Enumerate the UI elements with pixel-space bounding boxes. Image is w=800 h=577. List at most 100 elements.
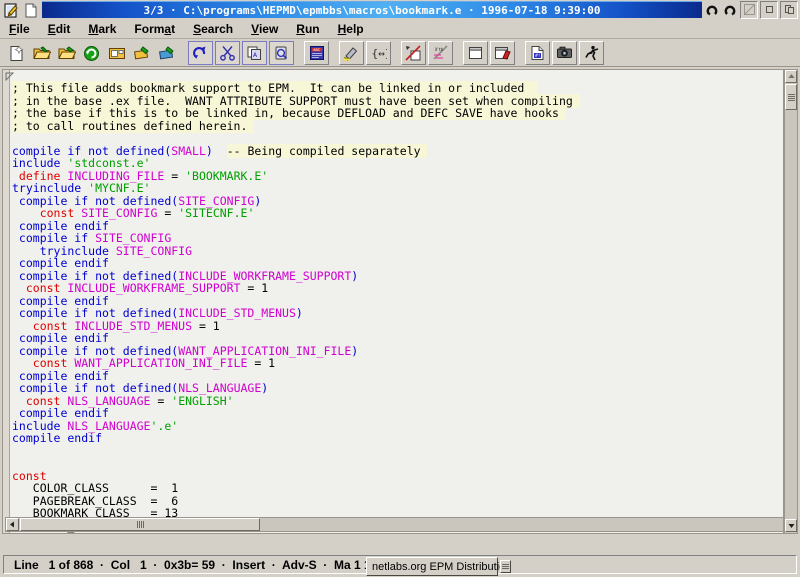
code-span: ) (351, 269, 358, 283)
code-line[interactable]: ; This file adds bookmark support to EPM… (12, 82, 783, 95)
code-span: ) (351, 344, 358, 358)
highlight-icon[interactable] (339, 41, 364, 65)
status-text: Line 1 of 868 · Col 1 · 0x3b= 59 · Inser… (4, 558, 401, 572)
menu-run[interactable]: Run (287, 20, 328, 38)
toolbar-group-file (4, 41, 179, 65)
code-span: ; to call routines defined herein. (12, 119, 254, 133)
code-span: = (164, 169, 185, 183)
run-icon[interactable] (579, 41, 604, 65)
toolbar-group-view: {↔} (338, 41, 392, 65)
code-line[interactable] (12, 457, 783, 470)
save-all-icon[interactable] (155, 42, 178, 64)
menu-file[interactable]: File (0, 20, 39, 38)
toolbar-group-edit: A (187, 41, 295, 65)
source-code-text[interactable]: ; This file adds bookmark support to EPM… (12, 82, 783, 534)
code-line[interactable]: ; the base if this is to be linked in, b… (12, 107, 783, 120)
minimize-icon[interactable] (740, 1, 758, 19)
menu-format[interactable]: Format (125, 20, 184, 38)
taskbar-resize-grip[interactable] (500, 560, 511, 573)
vscroll-up-arrow-icon[interactable] (785, 70, 797, 83)
save-icon[interactable] (105, 42, 128, 64)
editor-client-area[interactable]: ; This file adds bookmark support to EPM… (2, 69, 784, 534)
document-icon[interactable] (22, 2, 40, 19)
save-as-icon[interactable] (130, 42, 153, 64)
vertical-scrollbar[interactable] (784, 69, 798, 534)
copy-icon[interactable]: A (242, 41, 267, 65)
vscroll-trough[interactable] (785, 70, 797, 533)
code-line[interactable]: const SITE_CONFIG = 'SITECNF.E' (12, 207, 783, 220)
pin-window-icon[interactable] (490, 41, 515, 65)
taskbar-button-label: netlabs.org EPM Distribution (367, 561, 511, 573)
code-span: ; This file adds bookmark support to EPM… (12, 81, 538, 95)
toolbar-group-spell: ABC (303, 41, 330, 65)
if-then-icon[interactable]: if th (428, 41, 453, 65)
toolbar-group-tools: if th (400, 41, 454, 65)
vscroll-down-arrow-icon[interactable] (785, 519, 797, 532)
window-title: 3/3 · C:\programs\HEPMD\epmbbs\macros\bo… (42, 1, 702, 18)
hscroll-left-arrow-icon[interactable] (6, 518, 19, 531)
vscroll-thumb[interactable] (785, 84, 797, 110)
svg-text:{↔}: {↔} (372, 47, 388, 60)
editor-gutter (3, 70, 10, 533)
code-span: -- Being compiled separately (227, 144, 428, 158)
menu-search[interactable]: Search (184, 20, 242, 38)
code-line[interactable] (12, 445, 783, 458)
code-line[interactable]: tryinclude SITE_CONFIG (12, 245, 783, 258)
code-span: SITE_CONFIG (116, 244, 192, 258)
code-span: ; the base if this is to be linked in, b… (12, 106, 566, 120)
undo-icon[interactable] (188, 41, 213, 65)
menu-edit[interactable]: Edit (39, 20, 80, 38)
editor-frame: ; This file adds bookmark support to EPM… (0, 67, 800, 552)
window-controls (702, 1, 798, 18)
draw-line-icon[interactable] (401, 41, 426, 65)
refresh-icon[interactable] (80, 42, 103, 64)
toolbar-group-run: #! (524, 41, 605, 65)
code-line[interactable]: FONT_CLASS = 16 (12, 532, 783, 534)
toolbar-group-window (462, 41, 516, 65)
menu-view[interactable]: View (242, 20, 287, 38)
code-line[interactable]: const INCLUDE_WORKFRAME_SUPPORT = 1 (12, 282, 783, 295)
svg-text:ABC: ABC (313, 48, 321, 52)
code-span: ) (261, 381, 268, 395)
compile-icon[interactable]: #! (525, 41, 550, 65)
epm-editor-window: 3/3 · C:\programs\HEPMD\epmbbs\macros\bo… (0, 0, 800, 577)
code-span: SMALL (171, 144, 206, 158)
code-span: = 1 (192, 319, 220, 333)
camera-icon[interactable] (552, 41, 577, 65)
hscroll-thumb[interactable] (20, 518, 260, 531)
spellcheck-icon[interactable]: ABC (304, 41, 329, 65)
restore-icon[interactable] (780, 1, 798, 19)
code-line[interactable]: compile endif (12, 432, 783, 445)
menu-help[interactable]: Help (329, 20, 373, 38)
open-folder-icon[interactable] (30, 42, 53, 64)
svg-text:#!: #! (535, 53, 541, 59)
code-span: '.e' (150, 419, 178, 433)
rotate-forward-icon[interactable] (722, 2, 738, 18)
app-menu-icon[interactable] (2, 2, 20, 19)
maximize-icon[interactable] (760, 1, 778, 19)
code-span: = (150, 394, 171, 408)
code-span: 'SITECNF.E' (178, 206, 254, 220)
taskbar-button-netlabs[interactable]: netlabs.org EPM Distribution (366, 557, 498, 576)
code-line[interactable]: ; to call routines defined herein. (12, 120, 783, 133)
cut-icon[interactable] (215, 41, 240, 65)
code-span: = 1 (240, 281, 268, 295)
rotate-back-icon[interactable] (704, 2, 720, 18)
code-line[interactable]: include NLS_LANGUAGE'.e' (12, 420, 783, 433)
menu-bar: File Edit Mark Format Search View Run He… (0, 19, 800, 39)
paste-icon[interactable] (269, 41, 294, 65)
expand-icon[interactable]: {↔} (366, 41, 391, 65)
menu-mark[interactable]: Mark (79, 20, 125, 38)
code-line[interactable]: const NLS_LANGUAGE = 'ENGLISH' (12, 395, 783, 408)
code-span: ) (206, 144, 213, 158)
code-line[interactable]: const WANT_APPLICATION_INI_FILE = 1 (12, 357, 783, 370)
code-line[interactable]: const INCLUDE_STD_MENUS = 1 (12, 320, 783, 333)
code-span: ) (254, 194, 261, 208)
code-span: 'BOOKMARK.E' (185, 169, 268, 183)
open-folder-alt-icon[interactable] (55, 42, 78, 64)
window-icon[interactable] (463, 41, 488, 65)
code-span: ) (296, 306, 303, 320)
new-file-icon[interactable] (5, 42, 28, 64)
toolbar: A ABC (0, 40, 800, 67)
horizontal-scrollbar[interactable] (5, 517, 784, 532)
